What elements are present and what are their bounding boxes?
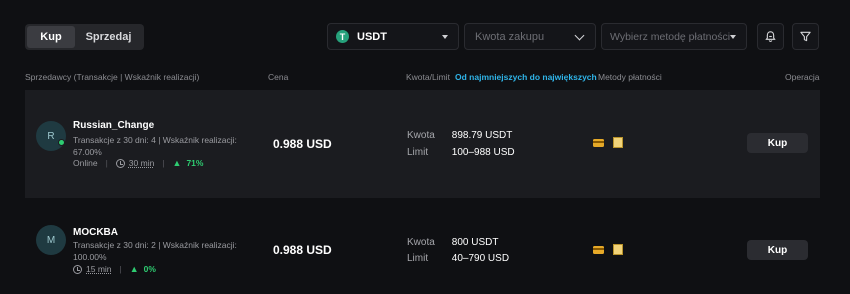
separator: | [119, 264, 122, 274]
caret-down-icon [730, 35, 736, 39]
buy-sell-toggle: Kup Sprzedaj [25, 24, 144, 50]
tab-buy[interactable]: Kup [27, 26, 75, 48]
amount-value: 898.79 USDT [451, 130, 513, 141]
release-time: 15 min [86, 264, 112, 274]
filter-icon [800, 31, 811, 42]
header-payment-methods: Metody płatności [598, 72, 662, 82]
avatar: R [36, 121, 66, 151]
payment-method-placeholder: Wybierz metodę płatności [610, 30, 731, 43]
notification-button[interactable] [757, 23, 784, 50]
chevron-down-icon [574, 30, 585, 41]
price: 0.988 USD [273, 243, 332, 257]
tab-sell[interactable]: Sprzedaj [75, 26, 142, 48]
seller-completion-rate: 100.00% [73, 252, 107, 262]
seller-stats: Transakcje z 30 dni: 2 | Wskaźnik realiz… [73, 240, 237, 250]
limit-label: Limit [407, 147, 429, 158]
seller-name[interactable]: MOCKBA [73, 227, 118, 238]
thumbs-up-icon: ▲ [172, 158, 182, 168]
separator: | [105, 158, 108, 168]
separator: | [162, 158, 165, 168]
amount-input[interactable]: Kwota zakupu [464, 23, 596, 50]
payment-method-select[interactable]: Wybierz metodę płatności [601, 23, 747, 50]
coin-select[interactable]: T USDT [327, 23, 459, 50]
header-amount-limit: Kwota/Limit [406, 72, 450, 82]
buy-button[interactable]: Kup [747, 133, 808, 153]
avatar: M [36, 225, 66, 255]
online-indicator [58, 139, 65, 146]
card-payment-icon [593, 246, 604, 254]
amount-input-placeholder: Kwota zakupu [475, 30, 545, 43]
card-payment-icon [593, 139, 604, 147]
seller-name[interactable]: Russian_Change [73, 120, 154, 131]
header-price: Cena [268, 72, 289, 82]
coin-select-value: USDT [357, 30, 387, 43]
limit-value: 100–988 USD [451, 147, 515, 158]
sort-toggle[interactable]: Od najmniejszych do największych [455, 72, 597, 82]
buy-button[interactable]: Kup [747, 240, 808, 260]
table-row: R Russian_Change Transakcje z 30 dni: 4 … [25, 90, 820, 198]
clock-icon [73, 264, 82, 274]
limit-range: Limit 40–790 USD [407, 253, 509, 264]
seller-stats: Transakcje z 30 dni: 4 | Wskaźnik realiz… [73, 135, 237, 145]
online-status: Online [73, 158, 98, 168]
bank-transfer-icon [613, 244, 623, 255]
limit-label: Limit [407, 253, 429, 264]
seller-completion-rate: 67.00% [73, 147, 102, 157]
amount-value: 800 USDT [451, 237, 499, 248]
bell-icon [765, 31, 776, 42]
caret-down-icon [442, 35, 448, 39]
available-amount: Kwota 800 USDT [407, 237, 498, 248]
seller-meta: 15 min | ▲ 0% [73, 264, 156, 274]
header-sellers: Sprzedawcy (Transakcje | Wskaźnik realiz… [25, 72, 200, 82]
positive-rating: 71% [186, 158, 204, 168]
table-row: M MOCKBA Transakcje z 30 dni: 2 | Wskaźn… [25, 200, 820, 294]
seller-meta: Online | 30 min | ▲ 71% [73, 158, 203, 168]
limit-range: Limit 100–988 USD [407, 147, 515, 158]
thumbs-up-icon: ▲ [129, 264, 139, 274]
amount-label: Kwota [407, 237, 435, 248]
tether-icon: T [336, 30, 349, 43]
positive-rating: 0% [143, 264, 156, 274]
price: 0.988 USD [273, 137, 332, 151]
available-amount: Kwota 898.79 USDT [407, 130, 512, 141]
release-time: 30 min [128, 158, 155, 168]
header-operation: Operacja [785, 72, 820, 82]
amount-label: Kwota [407, 130, 435, 141]
filter-button[interactable] [792, 23, 819, 50]
limit-value: 40–790 USD [451, 253, 510, 264]
clock-icon [115, 158, 125, 168]
bank-transfer-icon [613, 137, 623, 148]
